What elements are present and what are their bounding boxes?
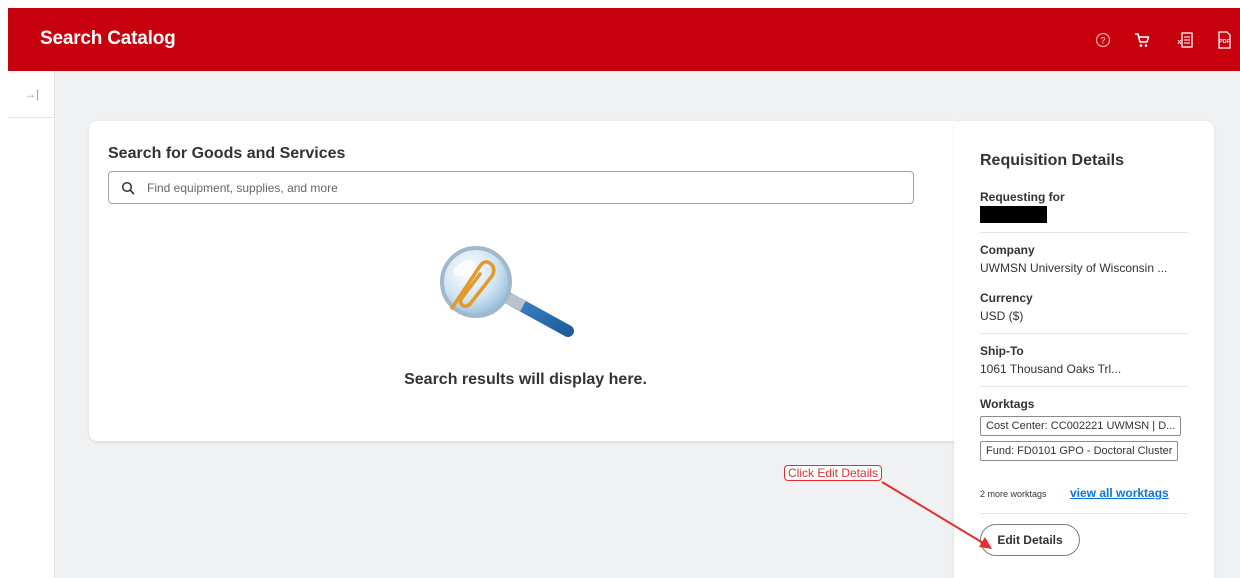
- expand-sidebar-button[interactable]: →|: [8, 71, 55, 118]
- pdf-export-icon[interactable]: PDF: [1214, 30, 1234, 50]
- annotation-arrow: [881, 481, 992, 549]
- requisition-title: Requisition Details: [980, 152, 1125, 169]
- svg-text:?: ?: [1100, 36, 1106, 46]
- currency-label: Currency: [980, 291, 1033, 305]
- divider: [980, 386, 1188, 387]
- svg-text:x: x: [1178, 39, 1182, 46]
- empty-results-message: Search results will display here.: [404, 371, 647, 388]
- requesting-for-label: Requesting for: [980, 190, 1065, 204]
- left-sidebar: →|: [8, 71, 55, 578]
- ship-to-value: 1061 Thousand Oaks Trl...: [980, 362, 1122, 376]
- divider: [980, 232, 1188, 233]
- empty-search-illustration: [440, 246, 574, 337]
- worktags-label: Worktags: [980, 397, 1035, 411]
- company-value: UWMSN University of Wisconsin ...: [980, 261, 1168, 275]
- view-all-worktags-link[interactable]: view all worktags: [1070, 486, 1169, 500]
- worktag-chip[interactable]: Fund: FD0101 GPO - Doctoral Cluster: [980, 441, 1179, 461]
- search-card: Search for Goods and Services Find equip…: [89, 121, 962, 441]
- annotation-callout: Click Edit Details: [784, 465, 883, 481]
- search-card-title: Search for Goods and Services: [108, 145, 346, 162]
- excel-export-icon[interactable]: x: [1175, 30, 1195, 50]
- redacted-requester: [980, 206, 1047, 223]
- company-label: Company: [980, 243, 1035, 257]
- page-title: Search Catalog: [40, 28, 176, 49]
- help-icon[interactable]: ?: [1093, 30, 1113, 50]
- search-icon: [121, 181, 135, 195]
- search-input[interactable]: [147, 172, 907, 203]
- cart-icon[interactable]: [1132, 30, 1152, 50]
- currency-value: USD ($): [980, 309, 1024, 323]
- worktag-chip[interactable]: Cost Center: CC002221 UWMSN | D...: [980, 416, 1182, 436]
- ship-to-label: Ship-To: [980, 344, 1024, 358]
- app-frame: Search Catalog ? x PDF →| Search for Goo…: [8, 8, 1240, 578]
- top-header: Search Catalog ? x PDF: [8, 8, 1240, 71]
- divider: [980, 333, 1188, 334]
- search-box[interactable]: [108, 171, 914, 204]
- divider: [980, 513, 1188, 514]
- svg-text:PDF: PDF: [1219, 39, 1231, 45]
